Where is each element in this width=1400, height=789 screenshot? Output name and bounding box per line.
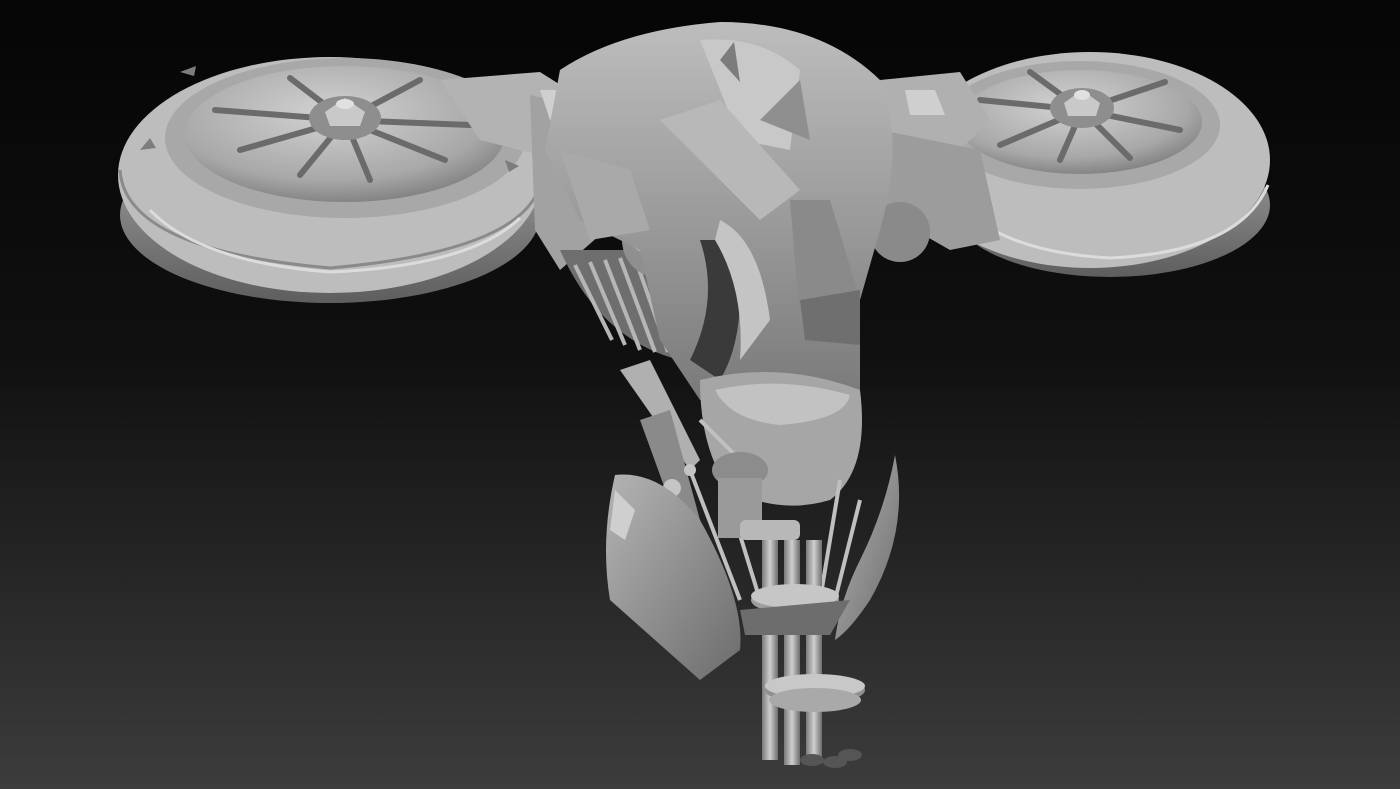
render-viewport [0, 0, 1400, 789]
drone-render [0, 0, 1400, 789]
